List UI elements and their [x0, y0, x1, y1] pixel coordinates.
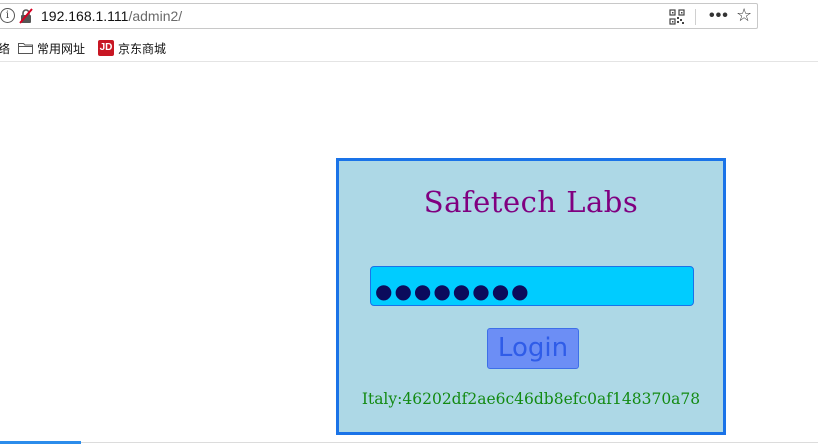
login-panel: Safetech Labs Login Italy:46202df2ae6c46…: [336, 158, 726, 435]
qr-code-icon[interactable]: [669, 9, 685, 25]
status-divider: [0, 442, 818, 443]
bookmark-label: 京东商城: [118, 41, 167, 56]
toolbar-divider: [0, 61, 818, 62]
url-bar-separator: [695, 9, 696, 25]
bookmark-star-icon[interactable]: ☆: [736, 6, 752, 24]
more-actions-icon[interactable]: •••: [709, 8, 729, 24]
login-button[interactable]: Login: [487, 328, 579, 369]
flag-text: Italy:46202df2ae6c46db8efc0af148370a78: [361, 390, 701, 408]
bookmark-truncated-label[interactable]: 络: [0, 40, 10, 57]
folder-icon: [18, 43, 33, 54]
url-host: 192.168.1.111: [41, 8, 129, 24]
jd-icon: JD: [98, 40, 114, 56]
url-text[interactable]: 192.168.1.111/admin2/: [41, 8, 182, 24]
password-field[interactable]: [370, 266, 694, 306]
bookmark-common-sites[interactable]: 常用网址: [18, 38, 85, 58]
address-bar[interactable]: i 192.168.1.111/admin2/ ••• ☆: [0, 3, 758, 29]
browser-window: i 192.168.1.111/admin2/ ••• ☆ 络 常用网址 JD …: [0, 0, 818, 448]
url-path: /admin2/: [128, 8, 183, 24]
info-icon[interactable]: i: [0, 8, 15, 23]
bookmark-label: 常用网址: [37, 41, 86, 56]
insecure-connection-icon[interactable]: [18, 8, 34, 24]
loading-indicator: [0, 441, 81, 444]
bookmarks-bar: 络 常用网址 JD 京东商城: [0, 36, 818, 60]
page-title: Safetech Labs: [423, 185, 639, 219]
bookmark-jd-mall[interactable]: JD 京东商城: [98, 38, 166, 58]
